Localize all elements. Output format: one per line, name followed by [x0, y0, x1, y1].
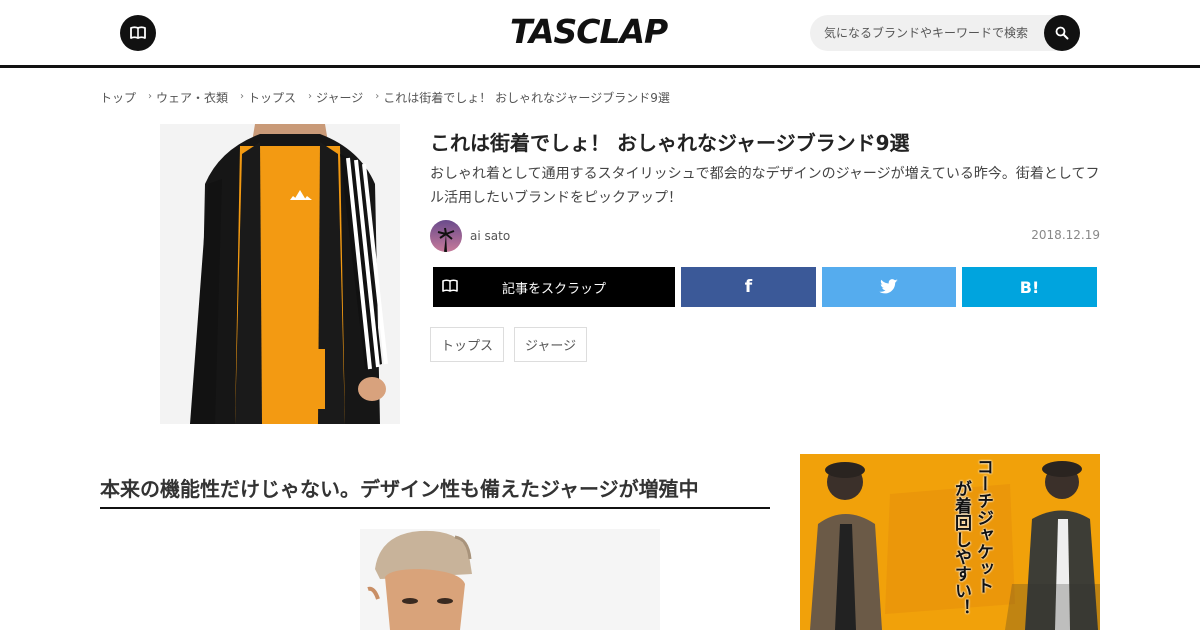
site-header: TASCLAP — [0, 0, 1200, 68]
section-heading: 本来の機能性だけじゃない。デザイン性も備えたジャージが増殖中 — [100, 473, 770, 509]
search-box — [810, 15, 1080, 51]
breadcrumb-top[interactable]: トップ — [100, 89, 136, 106]
scrap-article-label: 記事をスクラップ — [501, 281, 606, 297]
breadcrumb-wear[interactable]: ウェア・衣類 — [156, 89, 228, 106]
chevron-right-icon: › — [308, 91, 313, 102]
author-info[interactable]: ai sato — [430, 220, 510, 252]
breadcrumb-current: これは街着でしょ！ おしゃれなジャージブランド9選 — [383, 91, 670, 105]
avatar[interactable] — [430, 220, 462, 252]
section-image — [360, 529, 660, 630]
hatena-icon: B! — [1019, 277, 1040, 297]
publish-date: 2018.12.19 — [1031, 228, 1100, 242]
ad-copy-line-2: が着回しやすい！ — [951, 480, 971, 616]
hatena-bookmark-button[interactable]: B! — [962, 267, 1097, 307]
facebook-share-button[interactable]: f — [681, 267, 816, 307]
ad-copy-line-1: コーチジャケット — [973, 458, 993, 594]
search-input[interactable] — [824, 15, 1044, 51]
chevron-right-icon: › — [240, 91, 245, 102]
chevron-right-icon: › — [375, 91, 380, 102]
book-icon — [442, 279, 458, 292]
breadcrumb-tops[interactable]: トップス — [248, 89, 296, 106]
scrap-article-button[interactable]: 記事をスクラップ — [433, 267, 675, 307]
breadcrumb-jersey[interactable]: ジャージ — [316, 89, 363, 106]
author-name[interactable]: ai sato — [470, 229, 510, 243]
article-lead: おしゃれ着として通用するスタイリッシュで都会的なデザインのジャージが増えている昨… — [430, 166, 1100, 206]
search-button[interactable] — [1044, 15, 1080, 51]
ad-copy: コーチジャケット が着回しやすい！ — [950, 458, 994, 628]
twitter-icon — [879, 279, 898, 294]
ad-banner[interactable]: コーチジャケット が着回しやすい！ — [800, 454, 1100, 630]
article-hero-image — [160, 124, 400, 424]
facebook-icon: f — [744, 277, 753, 297]
chevron-right-icon: › — [148, 91, 153, 102]
site-logo[interactable]: TASCLAP — [510, 12, 668, 51]
book-icon — [130, 26, 146, 39]
scrap-list-button[interactable] — [120, 15, 156, 51]
twitter-share-button[interactable] — [822, 267, 956, 307]
tag-tops[interactable]: トップス — [430, 327, 505, 362]
tag-jersey[interactable]: ジャージ — [514, 327, 588, 362]
breadcrumb: トップ › ウェア・衣類 › トップス › ジャージ › これは街着でしょ！ お… — [100, 89, 682, 106]
article-title: これは街着でしょ！ おしゃれなジャージブランド9選 — [430, 131, 910, 155]
search-icon — [1055, 26, 1069, 40]
